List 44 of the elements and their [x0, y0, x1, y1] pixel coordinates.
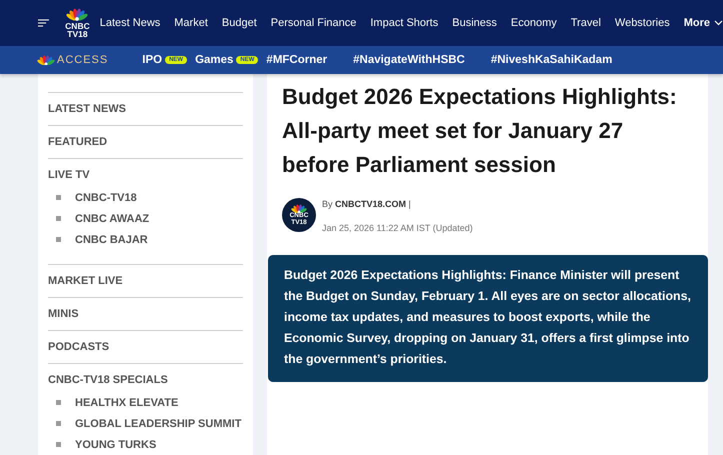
sidebar-item[interactable]: LIVE TV	[48, 169, 243, 181]
nav-link[interactable]: Latest News	[100, 15, 160, 31]
article-summary: Budget 2026 Expectations Highlights: Finance Minister will present the Budget on Sunday, February 1. All eyes are on sector allocations, income tax updates, and measures to boost exports, while the Economic Survey, dropping on January 31, offers a first glimpse into the government’s priorities.	[268, 255, 708, 382]
sidebar-item[interactable]: MARKET LIVE	[48, 275, 243, 287]
sidebar-subitem[interactable]: YOUNG TURKS	[75, 438, 156, 450]
bullet-icon	[56, 442, 61, 447]
nav-link[interactable]: Budget	[222, 15, 257, 31]
nav-link[interactable]: Webstories	[614, 15, 670, 31]
sidebar-item[interactable]: LATEST NEWS	[48, 103, 243, 115]
sidebar-subitem[interactable]: CNBC BAJAR	[75, 234, 148, 246]
access-logo[interactable]: ACCESS	[37, 54, 108, 66]
sidebar-item[interactable]: PODCASTS	[48, 341, 243, 353]
nav-link[interactable]: #MFCorner	[266, 54, 328, 66]
nav-link[interactable]: Impact Shorts	[370, 15, 438, 31]
nav-link[interactable]: Market	[174, 15, 208, 31]
nav-link[interactable]: #NiveshKaSahiKadam	[490, 54, 612, 66]
more-menu[interactable]: More	[684, 17, 723, 29]
article-title: Budget 2026 Expectations Highlights: All-party meet set for January 27 before Parliament session	[282, 83, 678, 179]
nav-link[interactable]: #NavigateWithHSBC	[353, 54, 465, 66]
bullet-icon	[56, 400, 61, 405]
bullet-icon	[56, 216, 61, 221]
bullet-icon	[56, 195, 61, 200]
peacock-icon	[37, 54, 55, 66]
nav-link[interactable]: IPO	[142, 54, 162, 66]
nav-link[interactable]: Travel	[570, 15, 601, 31]
sidebar-subitem[interactable]: CNBC-TV18	[75, 192, 137, 204]
peacock-icon	[291, 204, 307, 214]
bullet-icon	[56, 421, 61, 426]
bullet-icon	[56, 237, 61, 242]
sidebar-subitem[interactable]: GLOBAL LEADERSHIP SUMMIT	[75, 418, 242, 430]
sidebar-item[interactable]: CNBC-TV18 SPECIALS	[48, 374, 243, 386]
sidebar-item[interactable]: FEATURED	[48, 136, 243, 148]
sidebar-subitem[interactable]: CNBC AWAAZ	[75, 212, 150, 224]
nav-link[interactable]: Economy	[510, 15, 557, 31]
chevron-down-icon	[714, 20, 723, 26]
nav-link[interactable]: Personal Finance	[270, 15, 356, 31]
site-logo[interactable]: CNBC TV18	[65, 4, 90, 42]
nav-link[interactable]: Business	[452, 15, 497, 31]
publish-date: Jan 25, 2026 11:22 AM IST (Updated)	[322, 223, 473, 233]
sidebar-subitem[interactable]: HEALTHX ELEVATE	[75, 396, 178, 408]
author-byline: By CNBCTV18.COM |	[322, 199, 412, 209]
peacock-icon	[66, 8, 88, 22]
nav-link[interactable]: Games	[195, 54, 234, 66]
sidebar-item[interactable]: MINIS	[48, 308, 243, 320]
